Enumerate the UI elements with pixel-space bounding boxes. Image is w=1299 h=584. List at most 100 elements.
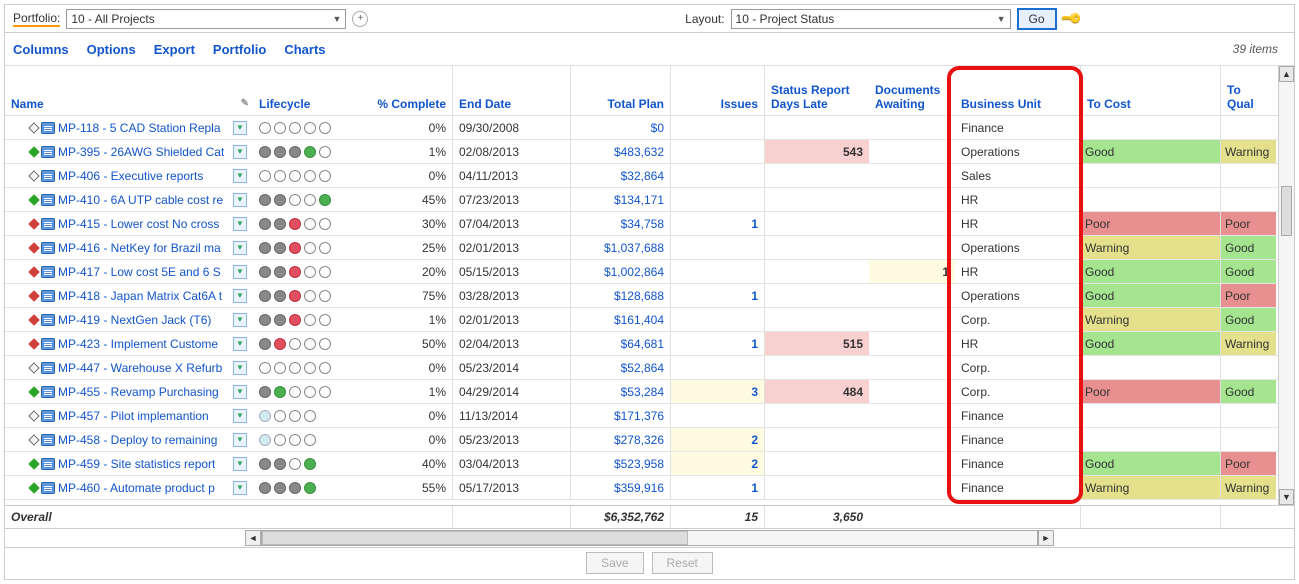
go-button[interactable]: Go	[1017, 8, 1057, 30]
project-link[interactable]: MP-416 - NetKey for Brazil ma	[58, 241, 221, 255]
project-link[interactable]: MP-460 - Automate product p	[58, 481, 215, 495]
issues-cell[interactable]: 1	[671, 284, 765, 307]
row-dropdown-icon[interactable]: ▼	[233, 265, 247, 279]
issues-cell[interactable]	[671, 140, 765, 163]
plan-cell[interactable]: $64,681	[571, 332, 671, 355]
key-icon[interactable]: 🔑	[1059, 6, 1083, 30]
portfolio-select[interactable]: 10 - All Projects ▼	[66, 9, 346, 29]
project-link[interactable]: MP-415 - Lower cost No cross	[58, 217, 219, 231]
col-end[interactable]: End Date	[453, 66, 571, 115]
project-link[interactable]: MP-455 - Revamp Purchasing	[58, 385, 219, 399]
project-link[interactable]: MP-406 - Executive reports	[58, 169, 203, 183]
columns-link[interactable]: Columns	[13, 42, 69, 57]
status-diamond-icon	[28, 314, 39, 325]
issues-cell[interactable]	[671, 260, 765, 283]
project-link[interactable]: MP-423 - Implement Custome	[58, 337, 218, 351]
lifecycle-icon	[304, 314, 316, 326]
issues-cell[interactable]: 1	[671, 476, 765, 499]
issues-cell[interactable]: 2	[671, 452, 765, 475]
project-link[interactable]: MP-118 - 5 CAD Station Repla	[58, 121, 221, 135]
row-dropdown-icon[interactable]: ▼	[233, 121, 247, 135]
plan-cell[interactable]: $134,171	[571, 188, 671, 211]
scroll-left-icon[interactable]: ◄	[245, 530, 261, 546]
project-link[interactable]: MP-395 - 26AWG Shielded Cat	[58, 145, 224, 159]
scroll-up-icon[interactable]: ▲	[1279, 66, 1294, 82]
save-button[interactable]: Save	[586, 552, 643, 574]
issues-cell[interactable]	[671, 164, 765, 187]
row-dropdown-icon[interactable]: ▼	[233, 193, 247, 207]
row-dropdown-icon[interactable]: ▼	[233, 457, 247, 471]
plan-cell[interactable]: $161,404	[571, 308, 671, 331]
col-plan[interactable]: Total Plan	[571, 66, 671, 115]
plan-cell[interactable]: $52,864	[571, 356, 671, 379]
row-dropdown-icon[interactable]: ▼	[233, 217, 247, 231]
add-portfolio-button[interactable]: +	[352, 11, 368, 27]
issues-cell[interactable]	[671, 116, 765, 139]
plan-cell[interactable]: $34,758	[571, 212, 671, 235]
row-dropdown-icon[interactable]: ▼	[233, 361, 247, 375]
plan-cell[interactable]: $1,037,688	[571, 236, 671, 259]
col-issues[interactable]: Issues	[671, 66, 765, 115]
lifecycle-icon	[304, 122, 316, 134]
issues-cell[interactable]	[671, 356, 765, 379]
project-link[interactable]: MP-417 - Low cost 5E and 6 S	[58, 265, 221, 279]
plan-cell[interactable]: $278,326	[571, 428, 671, 451]
plan-cell[interactable]: $359,916	[571, 476, 671, 499]
row-dropdown-icon[interactable]: ▼	[233, 409, 247, 423]
reset-button[interactable]: Reset	[652, 552, 713, 574]
plan-cell[interactable]: $1,002,864	[571, 260, 671, 283]
issues-cell[interactable]	[671, 404, 765, 427]
row-dropdown-icon[interactable]: ▼	[233, 169, 247, 183]
project-link[interactable]: MP-458 - Deploy to remaining	[58, 433, 217, 447]
table-row: MP-417 - Low cost 5E and 6 S ▼ 20% 05/15…	[5, 260, 1294, 284]
issues-cell[interactable]: 3	[671, 380, 765, 403]
row-dropdown-icon[interactable]: ▼	[233, 385, 247, 399]
col-cost[interactable]: To Cost	[1081, 66, 1221, 115]
row-dropdown-icon[interactable]: ▼	[233, 241, 247, 255]
row-dropdown-icon[interactable]: ▼	[233, 145, 247, 159]
plan-cell[interactable]: $483,632	[571, 140, 671, 163]
portfolio-link[interactable]: Portfolio	[213, 42, 266, 57]
status-diamond-icon	[28, 458, 39, 469]
scroll-down-icon[interactable]: ▼	[1279, 489, 1294, 505]
col-lifecycle[interactable]: Lifecycle	[253, 66, 351, 115]
export-link[interactable]: Export	[154, 42, 195, 57]
options-link[interactable]: Options	[87, 42, 136, 57]
issues-cell[interactable]: 1	[671, 212, 765, 235]
project-link[interactable]: MP-410 - 6A UTP cable cost re	[58, 193, 223, 207]
scroll-right-icon[interactable]: ►	[1038, 530, 1054, 546]
horizontal-scrollbar[interactable]: ◄ ►	[5, 529, 1294, 547]
plan-cell[interactable]: $32,864	[571, 164, 671, 187]
project-link[interactable]: MP-457 - Pilot implemantion	[58, 409, 209, 423]
charts-link[interactable]: Charts	[284, 42, 325, 57]
issues-cell[interactable]: 2	[671, 428, 765, 451]
col-docs[interactable]: DocumentsAwaiting	[869, 66, 955, 115]
col-days[interactable]: Status ReportDays Late	[765, 66, 869, 115]
row-dropdown-icon[interactable]: ▼	[233, 433, 247, 447]
col-pct[interactable]: % Complete	[351, 66, 453, 115]
project-link[interactable]: MP-459 - Site statistics report	[58, 457, 215, 471]
row-dropdown-icon[interactable]: ▼	[233, 313, 247, 327]
col-bu[interactable]: Business Unit	[955, 66, 1081, 115]
plan-cell[interactable]: $171,376	[571, 404, 671, 427]
plan-cell[interactable]: $53,284	[571, 380, 671, 403]
row-dropdown-icon[interactable]: ▼	[233, 289, 247, 303]
plan-cell[interactable]: $0	[571, 116, 671, 139]
plan-cell[interactable]: $128,688	[571, 284, 671, 307]
scroll-thumb[interactable]	[1281, 186, 1292, 236]
col-name[interactable]: Name✎	[5, 66, 253, 115]
project-link[interactable]: MP-419 - NextGen Jack (T6)	[58, 313, 211, 327]
issues-cell[interactable]	[671, 308, 765, 331]
project-link[interactable]: MP-418 - Japan Matrix Cat6A t	[58, 289, 222, 303]
layout-select[interactable]: 10 - Project Status ▼	[731, 9, 1011, 29]
project-link[interactable]: MP-447 - Warehouse X Refurb	[58, 361, 222, 375]
issues-cell[interactable]	[671, 236, 765, 259]
hscroll-thumb[interactable]	[262, 531, 688, 545]
issues-cell[interactable]	[671, 188, 765, 211]
row-dropdown-icon[interactable]: ▼	[233, 481, 247, 495]
col-qual[interactable]: To Qual	[1221, 66, 1276, 115]
issues-cell[interactable]: 1	[671, 332, 765, 355]
row-dropdown-icon[interactable]: ▼	[233, 337, 247, 351]
plan-cell[interactable]: $523,958	[571, 452, 671, 475]
vertical-scrollbar[interactable]: ▲ ▼	[1278, 66, 1294, 505]
